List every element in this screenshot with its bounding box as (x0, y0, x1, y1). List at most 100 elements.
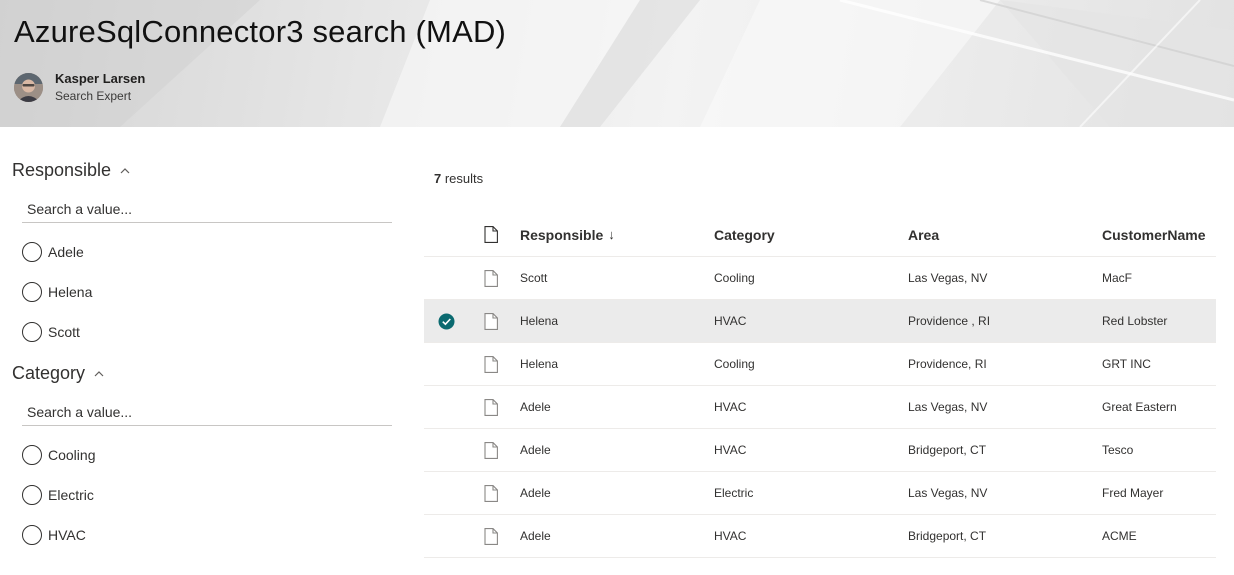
results-table: Responsible ↓ Category Area CustomerName… (424, 213, 1216, 558)
cell-customer: Fred Mayer (1102, 486, 1164, 500)
document-icon (484, 527, 498, 545)
table-row[interactable]: Adele Electric Las Vegas, NV Fred Mayer (424, 472, 1216, 515)
radio-button[interactable] (22, 282, 42, 302)
table-row[interactable]: Adele HVAC Bridgeport, CT ACME (424, 515, 1216, 558)
row-select-checkbox[interactable] (438, 386, 458, 428)
cell-category: HVAC (714, 314, 747, 328)
row-select-checkbox[interactable] (438, 429, 458, 471)
refiner-option-label: Helena (48, 284, 93, 300)
cell-area: Las Vegas, NV (908, 271, 988, 285)
file-type-column-header[interactable] (484, 213, 500, 256)
cell-responsible: Adele (520, 400, 551, 414)
refiner-option-helena[interactable]: Helena (22, 281, 92, 303)
column-header-label: CustomerName (1102, 226, 1206, 243)
cell-responsible: Scott (520, 271, 548, 285)
cell-category: HVAC (714, 400, 747, 414)
table-row[interactable]: Scott Cooling Las Vegas, NV MacF (424, 257, 1216, 300)
cell-customer: Great Eastern (1102, 400, 1177, 414)
document-icon (484, 398, 498, 416)
cell-category: Cooling (714, 357, 755, 371)
results-count: 7 results (434, 171, 483, 186)
column-header-label: Responsible (520, 226, 604, 243)
refiner-option-label: Scott (48, 324, 80, 340)
arrow-down-icon: ↓ (608, 227, 615, 242)
document-icon (484, 269, 498, 287)
row-select-checkbox[interactable] (438, 300, 458, 342)
avatar-image (14, 73, 43, 102)
author-role: Search Expert (55, 89, 132, 103)
document-icon (484, 312, 498, 330)
refiner-option-scott[interactable]: Scott (22, 321, 80, 343)
cell-area: Providence , RI (908, 314, 991, 328)
refiner-search-input-category[interactable] (22, 398, 392, 426)
row-file-type (484, 257, 500, 299)
document-icon (484, 484, 498, 502)
column-header-area[interactable]: Area (908, 213, 939, 256)
row-file-type (484, 429, 500, 471)
table-row[interactable]: Helena HVAC Providence , RI Red Lobster (424, 300, 1216, 343)
cell-area: Las Vegas, NV (908, 486, 988, 500)
refiner-option-electric[interactable]: Electric (22, 484, 94, 506)
refiner-option-label: Adele (48, 244, 84, 260)
column-header-label: Area (908, 226, 940, 243)
cell-area: Providence, RI (908, 357, 987, 371)
cell-customer: Red Lobster (1102, 314, 1168, 328)
chevron-up-icon (120, 167, 130, 173)
refiner-option-hvac[interactable]: HVAC (22, 524, 86, 546)
column-header-customer[interactable]: CustomerName (1102, 213, 1205, 256)
table-header: Responsible ↓ Category Area CustomerName (424, 213, 1216, 257)
cell-area: Bridgeport, CT (908, 443, 987, 457)
refiner-option-adele[interactable]: Adele (22, 241, 84, 263)
document-icon (484, 441, 498, 459)
row-select-checkbox[interactable] (438, 343, 458, 385)
refiner-heading-category[interactable]: Category (12, 363, 105, 384)
refiner-heading-responsible[interactable]: Responsible (12, 160, 131, 181)
refiner-search-input-responsible[interactable] (22, 195, 392, 223)
document-icon (484, 355, 498, 373)
document-icon (484, 226, 498, 243)
cell-customer: Tesco (1102, 443, 1134, 457)
cell-category: Cooling (714, 271, 755, 285)
cell-responsible: Adele (520, 529, 551, 543)
table-row[interactable]: Adele HVAC Las Vegas, NV Great Eastern (424, 386, 1216, 429)
radio-button[interactable] (22, 445, 42, 465)
author-byline[interactable]: Kasper Larsen Search Expert (14, 70, 145, 105)
refiner-option-label: Electric (48, 487, 94, 503)
cell-category: HVAC (714, 443, 747, 457)
column-header-responsible[interactable]: Responsible ↓ (520, 213, 615, 256)
row-select-checkbox[interactable] (438, 257, 458, 299)
column-header-label: Category (714, 226, 775, 243)
cell-category: Electric (714, 486, 754, 500)
avatar[interactable] (14, 73, 43, 102)
radio-button[interactable] (22, 525, 42, 545)
cell-area: Las Vegas, NV (908, 400, 988, 414)
radio-button[interactable] (22, 485, 42, 505)
cell-category: HVAC (714, 529, 747, 543)
row-file-type (484, 343, 500, 385)
row-select-checkbox[interactable] (438, 472, 458, 514)
refiner-option-cooling[interactable]: Cooling (22, 444, 95, 466)
row-file-type (484, 515, 500, 557)
check-circle-icon[interactable] (438, 313, 455, 330)
table-row[interactable]: Helena Cooling Providence, RI GRT INC (424, 343, 1216, 386)
cell-responsible: Adele (520, 486, 551, 500)
row-file-type (484, 300, 500, 342)
column-header-category[interactable]: Category (714, 213, 775, 256)
author-name[interactable]: Kasper Larsen (55, 70, 145, 87)
refiner-heading-label: Responsible (12, 160, 112, 180)
cell-customer: GRT INC (1102, 357, 1151, 371)
radio-button[interactable] (22, 322, 42, 342)
refiner-heading-label: Category (12, 363, 86, 383)
refiner-option-label: Cooling (48, 447, 96, 463)
table-row[interactable]: Adele HVAC Bridgeport, CT Tesco (424, 429, 1216, 472)
row-select-checkbox[interactable] (438, 515, 458, 557)
row-file-type (484, 386, 500, 428)
table-body: Scott Cooling Las Vegas, NV MacF Helena HVAC P… (424, 257, 1216, 558)
cell-responsible: Helena (520, 357, 559, 371)
cell-responsible: Helena (520, 314, 559, 328)
cell-area: Bridgeport, CT (908, 529, 987, 543)
radio-button[interactable] (22, 242, 42, 262)
cell-responsible: Adele (520, 443, 551, 457)
page-title: AzureSqlConnector3 search (MAD) (14, 14, 507, 49)
refiner-option-label: HVAC (48, 527, 86, 543)
